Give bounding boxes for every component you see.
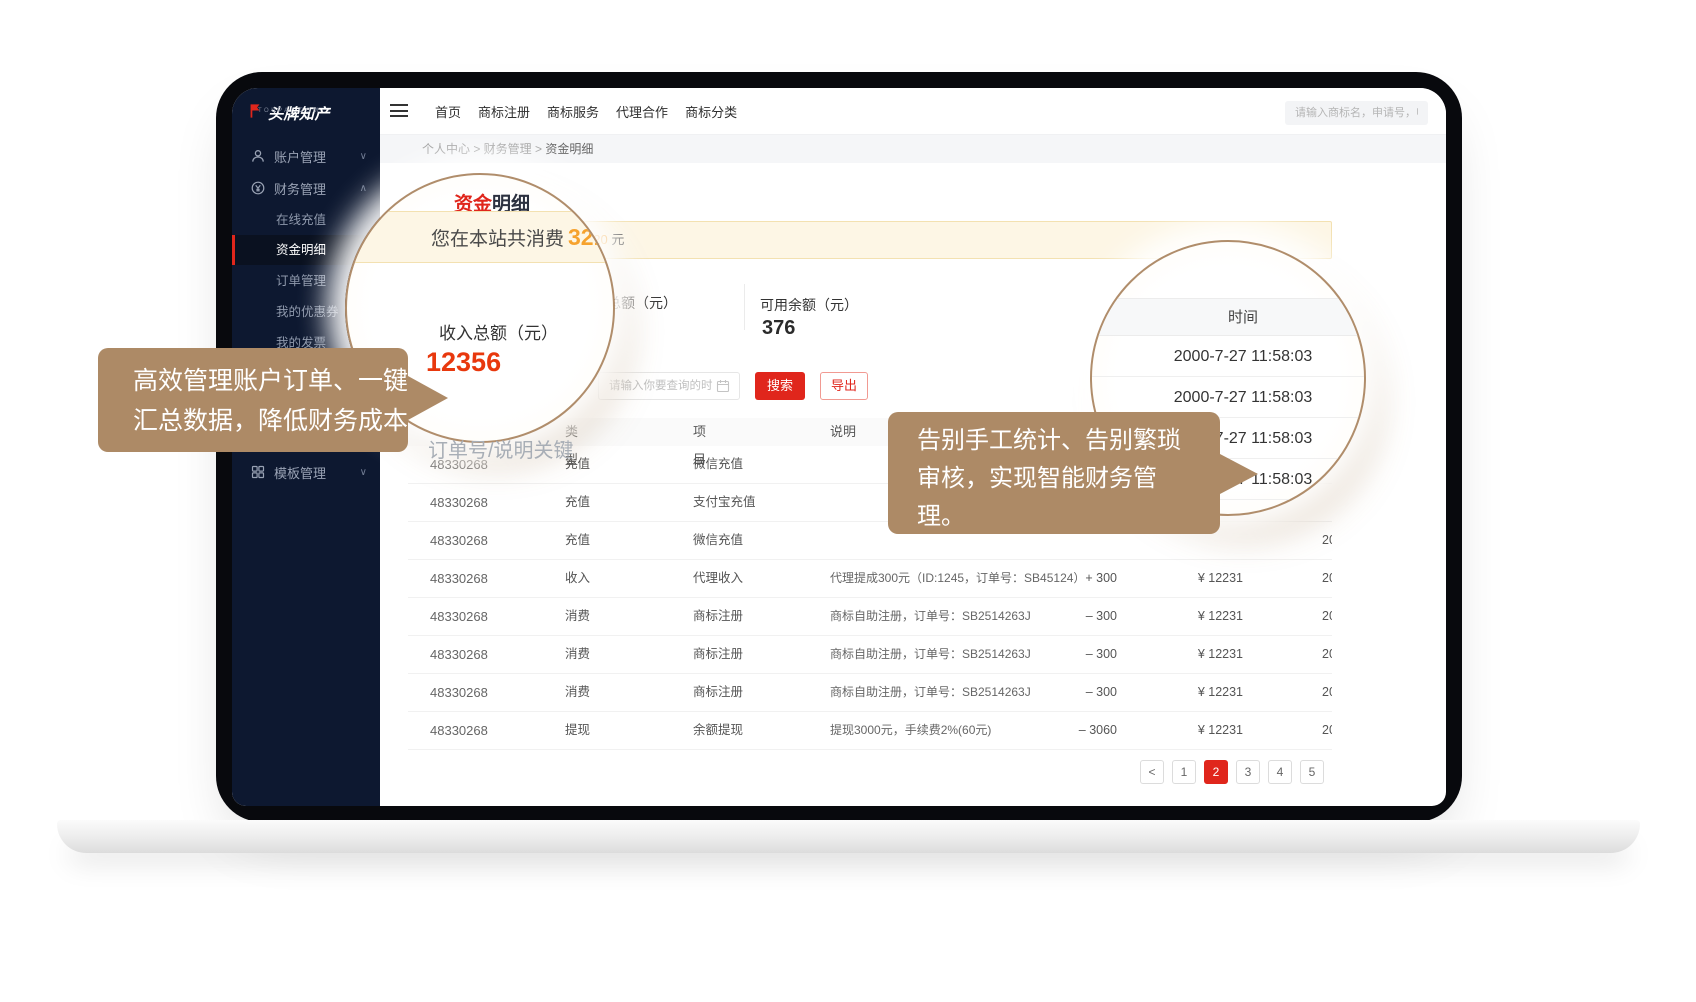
hamburger-menu-icon[interactable] <box>390 104 408 121</box>
top-nav: 首页 商标注册 商标服务 代理合作 商标分类 <box>435 88 737 135</box>
breadcrumb-prefix: 个人中心 > 财务管理 > <box>422 142 542 156</box>
pagination: < 1 2 3 4 5 <box>1140 760 1324 784</box>
balance-label: 可用余额（元） <box>760 295 858 315</box>
nav-trademark-register[interactable]: 商标注册 <box>478 102 530 121</box>
chevron-down-icon: ∨ <box>360 151 367 162</box>
callout-left-line1: 高效管理账户订单、一键 <box>133 361 408 401</box>
balance-value: 376 <box>762 317 795 340</box>
laptop-base <box>57 820 1640 853</box>
sidebar-item-account[interactable]: 账户管理 ∨ <box>232 140 380 172</box>
sidebar-item-finance[interactable]: 财务管理 ∧ <box>232 172 380 204</box>
nav-agent-cooperation[interactable]: 代理合作 <box>616 102 668 121</box>
lens-income-label: 收入总额（元） <box>439 319 558 344</box>
breadcrumb-bar: 个人中心 > 财务管理 > 资金明细 <box>380 135 1446 163</box>
export-button[interactable]: 导出 <box>820 372 868 400</box>
brand-subtitle: TOUPAI.COM <box>258 108 320 114</box>
callout-left-line2: 汇总数据，降低财务成本 <box>133 401 408 441</box>
nav-trademark-service[interactable]: 商标服务 <box>547 102 599 121</box>
sidebar-item-label: 模板管理 <box>274 463 326 482</box>
page-button-2-active[interactable]: 2 <box>1204 760 1228 784</box>
table-row: 48330268提现余额提现提现3000元，手续费2%(60元)– 3060¥ … <box>408 712 1332 750</box>
stat-divider <box>744 284 745 330</box>
table-row: 48330268消费商标注册商标自助注册，订单号：SB2514263J– 300… <box>408 636 1332 674</box>
callout-right-line1: 告别手工统计、告别繁琐 <box>917 422 1220 460</box>
lens-notice-bar: 您在本站共消费 32124 大 <box>345 211 615 263</box>
table-row: 48330268消费商标注册商标自助注册，订单号：SB2514263J– 300… <box>408 598 1332 636</box>
callout-right-line3: 理。 <box>917 498 1220 536</box>
lens-notice-amount: 32124 <box>568 224 615 251</box>
callout-right-line2: 审核，实现智能财务管 <box>917 460 1220 498</box>
table-row: 48330268收入代理收入代理提成300元（ID:1245，订单号：SB451… <box>408 560 1332 598</box>
sidebar-item-template[interactable]: 模板管理 ∨ <box>232 456 380 488</box>
col-desc-header: 说明 <box>830 418 856 446</box>
chevron-up-icon: ∧ <box>360 183 367 194</box>
sort-chevron-icon: ∨ <box>697 418 704 446</box>
app-screen: 头牌知产 TOUPAI.COM 账户管理 ∨ 财务管理 ∧ 在线充值 资金明细 … <box>232 88 1446 806</box>
finance-coin-icon <box>250 180 266 196</box>
notice-small-unit: 元 <box>611 232 624 247</box>
lens-income-value: 12356 <box>426 347 501 378</box>
template-grid-icon <box>250 464 266 480</box>
person-icon <box>250 148 266 164</box>
breadcrumb: 个人中心 > 财务管理 > 资金明细 <box>422 135 593 163</box>
calendar-icon <box>716 379 730 393</box>
search-input[interactable] <box>1285 101 1428 125</box>
page-button-5[interactable]: 5 <box>1300 760 1324 784</box>
nav-home[interactable]: 首页 <box>435 102 461 121</box>
sidebar-item-label: 账户管理 <box>274 147 326 166</box>
search-button[interactable]: 搜索 <box>755 372 805 400</box>
page-button-3[interactable]: 3 <box>1236 760 1260 784</box>
lens-timestamp: 2000-7-27 11:58:03 <box>1092 336 1366 377</box>
page-button-4[interactable]: 4 <box>1268 760 1292 784</box>
page-button-1[interactable]: 1 <box>1172 760 1196 784</box>
lens-notice-prefix: 您在本站共消费 <box>431 224 564 251</box>
sidebar-item-label: 财务管理 <box>274 179 326 198</box>
prev-page-button[interactable]: < <box>1140 760 1164 784</box>
chevron-down-icon: ∨ <box>360 467 367 478</box>
table-row: 48330268消费商标注册商标自助注册，订单号：SB2514263J– 300… <box>408 674 1332 712</box>
lens-time-header: 时间 <box>1092 298 1366 336</box>
callout-left: 高效管理账户订单、一键 汇总数据，降低财务成本 <box>98 348 408 452</box>
callout-right: 告别手工统计、告别繁琐 审核，实现智能财务管 理。 <box>888 412 1220 534</box>
lens-column-header-text: 订单号/说明关键 <box>428 434 574 463</box>
breadcrumb-current: 资金明细 <box>545 142 593 156</box>
nav-trademark-category[interactable]: 商标分类 <box>685 102 737 121</box>
